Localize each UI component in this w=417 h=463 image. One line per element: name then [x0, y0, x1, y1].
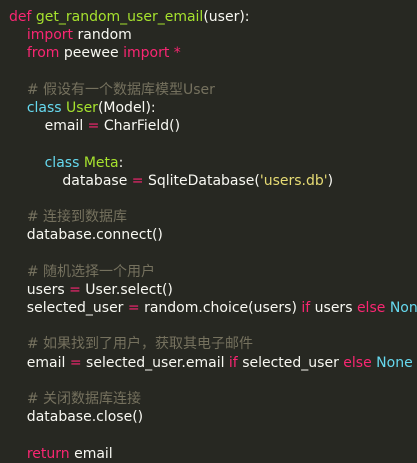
code-token: =: [87, 118, 100, 135]
code-token: users: [310, 300, 357, 316]
code-token: import: [123, 45, 170, 62]
code-token: User: [66, 99, 98, 116]
code-token: =: [131, 172, 144, 189]
code-token: users: [9, 281, 70, 298]
code-line: selected_user = random.choice(users) if …: [9, 299, 417, 317]
code-line: database.connect(): [9, 226, 417, 244]
code-token: 'users.db': [259, 172, 328, 189]
code-line: database.close(): [9, 408, 417, 426]
code-line: # 假设有一个数据库模型User: [9, 81, 417, 99]
code-token: email: [69, 445, 113, 462]
code-token: =: [69, 354, 82, 371]
code-token: else: [356, 300, 386, 316]
code-token: def: [9, 9, 36, 25]
code-token: else: [343, 354, 372, 371]
code-token: SqliteDatabase(: [143, 172, 260, 189]
code-line: # 随机选择一个用户: [9, 263, 417, 281]
code-line: # 关闭数据库连接: [9, 390, 417, 408]
code-block: def get_random_user_email(user): import …: [9, 8, 417, 463]
code-token: email: [9, 118, 88, 135]
code-token: email: [9, 354, 70, 371]
code-line: class Meta:: [9, 154, 417, 172]
code-line: import random: [9, 26, 417, 44]
code-token: Meta: [83, 154, 119, 171]
code-token: database.close(): [9, 409, 144, 426]
code-token: :: [118, 154, 124, 171]
code-token: (user):: [203, 9, 250, 25]
code-line: database = SqliteDatabase('users.db'): [9, 172, 417, 190]
code-token: # 连接到数据库: [26, 209, 127, 226]
code-token: # 假设有一个数据库模型User: [26, 81, 215, 98]
code-line: from peewee import *: [9, 44, 417, 62]
code-token: get_random_user_email: [35, 9, 204, 25]
code-line: email = CharField(): [9, 117, 417, 135]
code-token: random: [73, 27, 132, 44]
code-token: =: [127, 300, 140, 316]
code-editor[interactable]: def get_random_user_email(user): import …: [0, 0, 417, 462]
code-token: # 关闭数据库连接: [26, 390, 141, 407]
code-token: selected_user: [237, 354, 344, 371]
code-token: return: [26, 445, 70, 462]
code-line: class User(Model):: [9, 99, 417, 117]
code-token: class: [26, 99, 67, 116]
code-token: database: [9, 172, 132, 189]
code-token: CharField(): [99, 118, 181, 135]
code-token: # 随机选择一个用户: [26, 263, 155, 280]
code-token: None: [389, 300, 417, 316]
code-token: if: [228, 354, 238, 371]
code-token: (Model):: [97, 99, 156, 116]
code-token: selected_user.email: [81, 354, 229, 371]
code-token: class: [44, 154, 84, 171]
code-line: return email: [9, 445, 417, 463]
code-token: peewee: [59, 45, 124, 62]
code-line: users = User.select(): [9, 281, 417, 299]
code-token: =: [69, 281, 81, 298]
code-token: # 如果找到了用户，获取其电子邮件: [26, 336, 253, 353]
code-line: # 如果找到了用户，获取其电子邮件: [9, 335, 417, 353]
code-token: import: [26, 27, 74, 44]
code-line: email = selected_user.email if selected_…: [9, 354, 417, 372]
code-token: random.choice(users): [139, 300, 302, 316]
code-token: selected_user: [9, 300, 128, 316]
code-token: *: [169, 45, 181, 62]
code-token: User.select(): [80, 281, 173, 298]
code-token: None: [376, 354, 413, 371]
code-token: database.connect(): [9, 227, 163, 244]
code-token: from: [26, 45, 60, 62]
code-line: # 连接到数据库: [9, 208, 417, 226]
code-line: def get_random_user_email(user):: [9, 8, 417, 26]
code-token: if: [301, 300, 311, 316]
code-token: ): [327, 172, 334, 189]
